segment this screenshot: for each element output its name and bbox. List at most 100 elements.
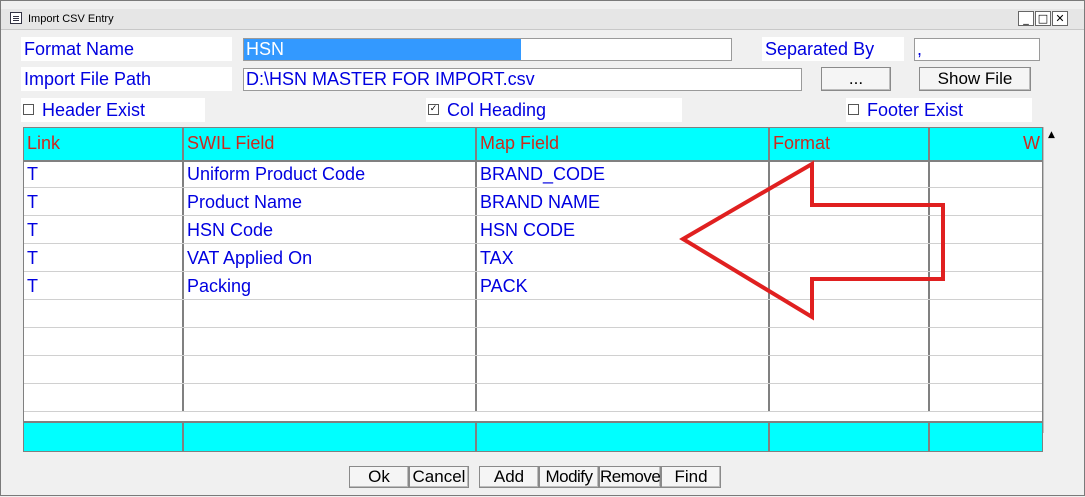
cell-format [770, 384, 930, 411]
footer-cell [477, 423, 770, 451]
maximize-button[interactable]: □ [1035, 11, 1051, 26]
table-row[interactable]: T Product Name BRAND NAME [24, 188, 1042, 216]
table-row[interactable] [24, 300, 1042, 328]
cell-w [930, 300, 1042, 327]
col-heading-box[interactable]: ✓ [428, 103, 439, 115]
cell-map-field [477, 356, 770, 383]
cell-format [770, 272, 930, 299]
find-button[interactable]: Find [661, 466, 721, 488]
cell-link: T [24, 188, 184, 215]
cell-link [24, 328, 184, 355]
cell-map-field: HSN CODE [477, 216, 770, 243]
cell-format [770, 244, 930, 271]
footer-exist-checkbox[interactable]: Footer Exist [846, 98, 1032, 122]
vertical-scrollbar[interactable]: ▲ [1043, 127, 1059, 433]
table-row[interactable]: T HSN Code HSN CODE [24, 216, 1042, 244]
column-header-w[interactable]: W [930, 128, 1042, 160]
cell-swil-field: Product Name [184, 188, 477, 215]
cell-swil-field: VAT Applied On [184, 244, 477, 271]
col-heading-label: Col Heading [447, 100, 547, 120]
cell-swil-field [184, 384, 477, 411]
separated-by-label: Separated By [762, 37, 904, 61]
cell-link: T [24, 272, 184, 299]
cell-link [24, 356, 184, 383]
minimize-button[interactable]: _ [1018, 11, 1034, 26]
field-mapping-grid[interactable]: Link SWIL Field Map Field Format W T Uni… [23, 127, 1043, 452]
col-heading-checkbox[interactable]: ✓ Col Heading [426, 98, 682, 122]
footer-exist-box[interactable] [848, 103, 859, 115]
cell-w [930, 160, 1042, 187]
cell-format [770, 160, 930, 187]
header-exist-label: Header Exist [42, 100, 146, 120]
cell-format [770, 188, 930, 215]
modify-button[interactable]: Modify [539, 466, 599, 488]
show-file-button[interactable]: Show File [919, 67, 1031, 91]
add-button[interactable]: Add [479, 466, 539, 488]
footer-cell [930, 423, 1042, 451]
table-row[interactable]: T VAT Applied On TAX [24, 244, 1042, 272]
import-file-path-label: Import File Path [21, 67, 232, 91]
cell-w [930, 384, 1042, 411]
cell-swil-field: Packing [184, 272, 477, 299]
cell-link [24, 384, 184, 411]
cell-swil-field [184, 300, 477, 327]
cell-w [930, 244, 1042, 271]
cell-map-field [477, 300, 770, 327]
cell-swil-field: HSN Code [184, 216, 477, 243]
import-csv-window: Import CSV Entry _ □ ✕ Format Name HSN S… [0, 0, 1085, 496]
title-bar[interactable]: Import CSV Entry _ □ ✕ [1, 9, 1084, 30]
cell-format [770, 356, 930, 383]
system-menu-icon[interactable] [10, 12, 22, 24]
table-row[interactable] [24, 384, 1042, 412]
separated-by-input[interactable]: , [914, 38, 1040, 61]
cancel-button[interactable]: Cancel [409, 466, 469, 488]
cell-swil-field [184, 328, 477, 355]
cell-map-field: BRAND NAME [477, 188, 770, 215]
cell-format [770, 328, 930, 355]
footer-cell [24, 423, 184, 451]
import-file-path-input[interactable]: D:\HSN MASTER FOR IMPORT.csv [243, 68, 802, 91]
window-title: Import CSV Entry [28, 13, 114, 25]
header-exist-box[interactable] [23, 103, 34, 115]
cell-swil-field: Uniform Product Code [184, 160, 477, 187]
table-row[interactable] [24, 356, 1042, 384]
column-header-swil-field[interactable]: SWIL Field [184, 128, 477, 160]
column-header-link[interactable]: Link [24, 128, 184, 160]
cell-map-field [477, 328, 770, 355]
browse-button[interactable]: ... [821, 67, 891, 91]
grid-header-row: Link SWIL Field Map Field Format W [24, 128, 1042, 162]
cell-swil-field [184, 356, 477, 383]
remove-button[interactable]: Remove [599, 466, 661, 488]
cell-map-field: TAX [477, 244, 770, 271]
scroll-up-icon[interactable]: ▲ [1044, 127, 1059, 143]
cell-w [930, 356, 1042, 383]
cell-format [770, 216, 930, 243]
format-name-input[interactable]: HSN [243, 38, 732, 61]
footer-cell [184, 423, 477, 451]
cell-link: T [24, 216, 184, 243]
table-row[interactable]: T Packing PACK [24, 272, 1042, 300]
header-exist-checkbox[interactable]: Header Exist [21, 98, 205, 122]
cell-link: T [24, 244, 184, 271]
cell-map-field: PACK [477, 272, 770, 299]
footer-exist-label: Footer Exist [867, 100, 964, 120]
cell-w [930, 188, 1042, 215]
cell-map-field [477, 384, 770, 411]
column-header-map-field[interactable]: Map Field [477, 128, 770, 160]
column-header-format[interactable]: Format [770, 128, 930, 160]
cell-format [770, 300, 930, 327]
cell-map-field: BRAND_CODE [477, 160, 770, 187]
table-row[interactable]: T Uniform Product Code BRAND_CODE [24, 160, 1042, 188]
ok-button[interactable]: Ok [349, 466, 409, 488]
footer-cell [770, 423, 930, 451]
cell-link: T [24, 160, 184, 187]
cell-w [930, 272, 1042, 299]
grid-footer-row [24, 421, 1042, 451]
cell-link [24, 300, 184, 327]
table-row[interactable] [24, 328, 1042, 356]
cell-w [930, 328, 1042, 355]
cell-w [930, 216, 1042, 243]
close-button[interactable]: ✕ [1052, 11, 1068, 26]
format-name-label: Format Name [21, 37, 232, 61]
format-name-value: HSN [244, 39, 521, 60]
